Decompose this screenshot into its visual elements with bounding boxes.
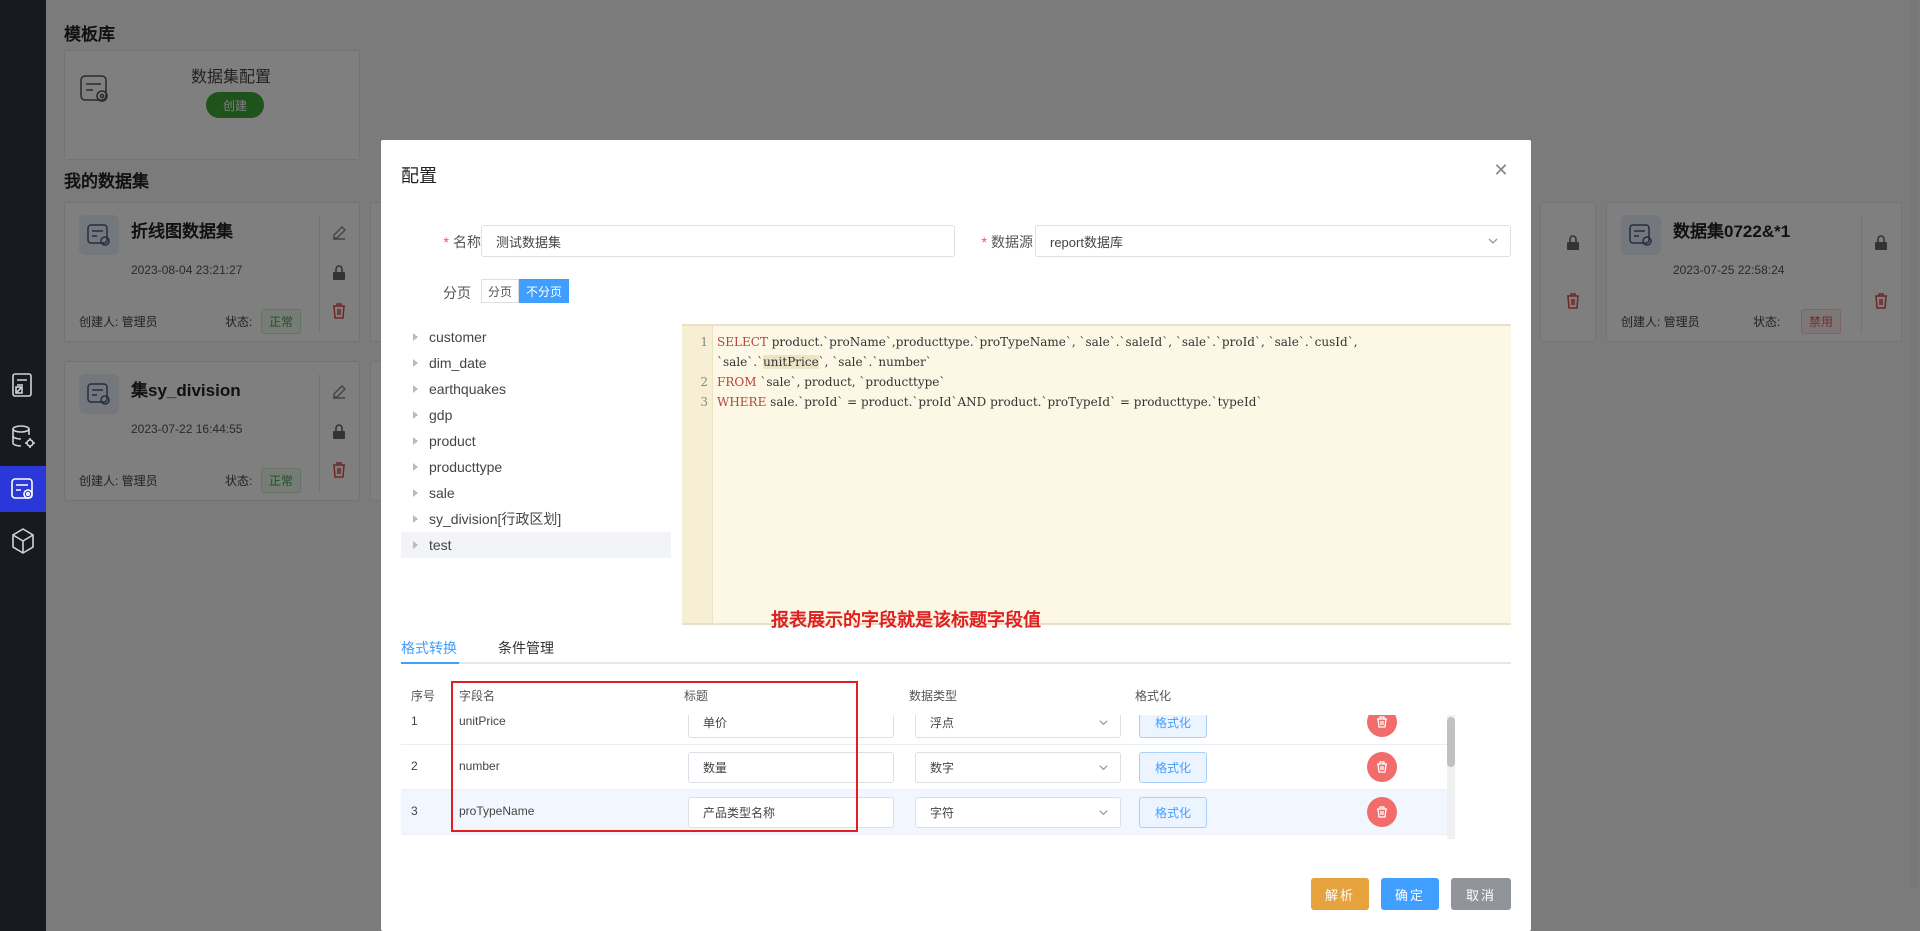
format-button[interactable]: 格式化	[1139, 797, 1207, 828]
delete-row-button[interactable]	[1367, 797, 1397, 827]
datasource-select[interactable]: report数据库	[1035, 225, 1511, 257]
row-index: 3	[411, 804, 418, 818]
tab-format[interactable]: 格式转换	[401, 638, 457, 658]
tree-item[interactable]: customer	[401, 324, 671, 350]
chevron-down-icon	[1099, 765, 1108, 771]
tab-conditions[interactable]: 条件管理	[498, 638, 554, 658]
caret-right-icon	[413, 359, 418, 367]
tabs: 格式转换 条件管理	[401, 634, 1511, 664]
delete-row-button[interactable]	[1367, 715, 1397, 737]
col-format: 格式化	[1135, 689, 1172, 703]
cube-icon	[12, 528, 34, 554]
format-button[interactable]: 格式化	[1139, 715, 1207, 738]
tree-item[interactable]: test	[401, 532, 671, 558]
chevron-down-icon	[1099, 720, 1108, 726]
name-label: * 名称	[443, 234, 481, 250]
type-select[interactable]: 数字	[915, 752, 1121, 783]
table-scrollbar[interactable]	[1447, 715, 1455, 839]
sql-code: 1 SELECT product.`proName`,producttype.`p…	[700, 335, 1358, 409]
title-input[interactable]: 单价	[688, 715, 894, 738]
config-dialog: 配置 ✕ * 名称 测试数据集 * 数据源 report数据库 分页 分页 不分页 …	[381, 140, 1531, 931]
table-row: 1 unitPrice 单价 浮点 格式化	[401, 715, 1447, 745]
nav-database[interactable]	[0, 414, 46, 460]
chevron-down-icon	[1488, 238, 1498, 244]
col-type: 数据类型	[909, 689, 958, 703]
caret-right-icon	[413, 489, 418, 497]
caret-right-icon	[413, 541, 418, 549]
tree-item[interactable]: dim_date	[401, 350, 671, 376]
paging-toggle: 分页 不分页	[481, 279, 570, 303]
row-index: 1	[411, 715, 418, 728]
row-field: number	[459, 759, 500, 773]
parse-button[interactable]: 解析	[1311, 878, 1369, 910]
caret-right-icon	[413, 411, 418, 419]
nav-dataset[interactable]	[0, 466, 46, 512]
database-settings-icon	[12, 425, 35, 448]
nav-model[interactable]	[0, 518, 46, 564]
name-input[interactable]: 测试数据集	[481, 225, 955, 257]
col-index: 序号	[411, 689, 436, 703]
caret-right-icon	[413, 463, 418, 471]
close-button[interactable]: ✕	[1489, 158, 1513, 182]
tree-item[interactable]: product	[401, 428, 671, 454]
table-header: 序号 字段名 标题 数据类型 格式化	[401, 678, 1447, 710]
tree-item[interactable]: sy_division[行政区划]	[401, 506, 671, 532]
close-icon: ✕	[1493, 159, 1509, 180]
row-field: unitPrice	[459, 715, 506, 728]
paging-option-paged[interactable]: 分页	[481, 279, 520, 303]
page-scrollbar[interactable]	[1910, 0, 1918, 888]
row-index: 2	[411, 759, 418, 773]
confirm-button[interactable]: 确定	[1381, 878, 1439, 910]
col-field: 字段名	[459, 689, 496, 703]
caret-right-icon	[413, 333, 418, 341]
trash-icon	[1377, 716, 1387, 728]
report-icon	[12, 373, 32, 397]
table-row: 3 proTypeName 产品类型名称 字符 格式化	[401, 790, 1447, 835]
title-input[interactable]: 产品类型名称	[688, 797, 894, 828]
table-body: 1 unitPrice 单价 浮点 格式化 2 number 数量 数字 格式化…	[401, 715, 1447, 839]
trash-icon	[1377, 806, 1387, 818]
tab-active-indicator	[401, 662, 459, 664]
dialog-title: 配置	[401, 166, 437, 186]
caret-right-icon	[413, 437, 418, 445]
paging-label: 分页	[443, 285, 471, 301]
editor-gutter	[682, 326, 713, 623]
tree-item[interactable]: earthquakes	[401, 376, 671, 402]
tree-item[interactable]: producttype	[401, 454, 671, 480]
title-input[interactable]: 数量	[688, 752, 894, 783]
row-field: proTypeName	[459, 804, 535, 818]
left-nav-rail	[0, 0, 46, 931]
table-row: 2 number 数量 数字 格式化	[401, 745, 1447, 790]
chevron-down-icon	[1099, 810, 1108, 816]
dataset-icon	[11, 478, 33, 499]
delete-row-button[interactable]	[1367, 752, 1397, 782]
source-label: * 数据源	[981, 234, 1033, 250]
nav-report[interactable]	[0, 362, 46, 408]
type-select[interactable]: 浮点	[915, 715, 1121, 738]
paging-option-unpaged[interactable]: 不分页	[519, 279, 570, 303]
table-scrollbar-thumb[interactable]	[1447, 717, 1455, 767]
trash-icon	[1377, 761, 1387, 773]
type-select[interactable]: 字符	[915, 797, 1121, 828]
caret-right-icon	[413, 515, 418, 523]
sql-editor[interactable]: 1 SELECT product.`proName`,producttype.`p…	[682, 324, 1511, 625]
format-button[interactable]: 格式化	[1139, 752, 1207, 783]
tree-item[interactable]: sale	[401, 480, 671, 506]
col-title: 标题	[684, 689, 709, 703]
table-tree: customer dim_date earthquakes gdp produc…	[401, 324, 671, 558]
caret-right-icon	[413, 385, 418, 393]
tree-item[interactable]: gdp	[401, 402, 671, 428]
annotation-text: 报表展示的字段就是该标题字段值	[771, 610, 1041, 631]
cancel-button[interactable]: 取消	[1451, 878, 1511, 910]
